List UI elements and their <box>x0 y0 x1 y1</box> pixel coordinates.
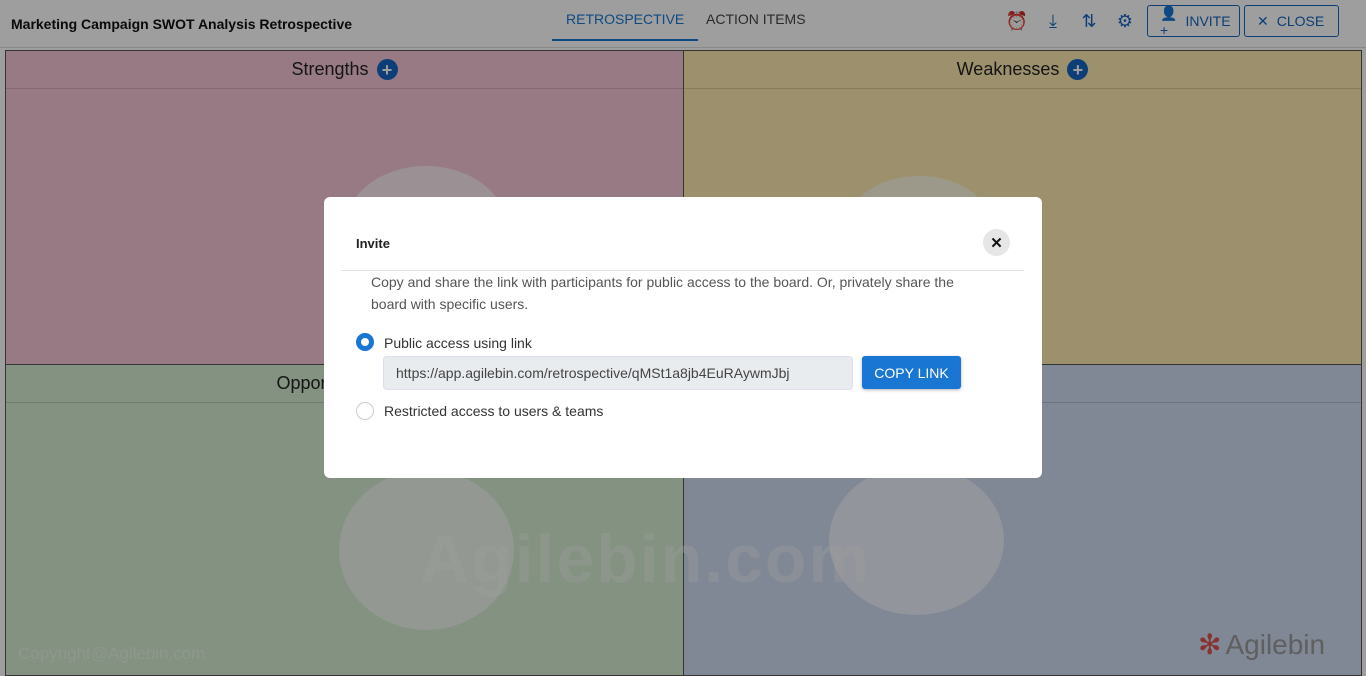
public-access-radio[interactable] <box>356 333 374 351</box>
dialog-close-button[interactable]: ✕ <box>983 229 1010 256</box>
close-icon: ✕ <box>990 234 1003 252</box>
dialog-title: Invite <box>356 236 390 251</box>
invite-dialog: Invite ✕ Copy and share the link with pa… <box>324 197 1042 478</box>
public-access-label[interactable]: Public access using link <box>384 335 532 351</box>
share-link-field[interactable]: https://app.agilebin.com/retrospective/q… <box>383 356 853 390</box>
restricted-access-radio[interactable] <box>356 402 374 420</box>
copy-link-button[interactable]: COPY LINK <box>862 356 961 389</box>
restricted-access-label[interactable]: Restricted access to users & teams <box>384 403 603 419</box>
dialog-description: Copy and share the link with participant… <box>371 274 954 312</box>
